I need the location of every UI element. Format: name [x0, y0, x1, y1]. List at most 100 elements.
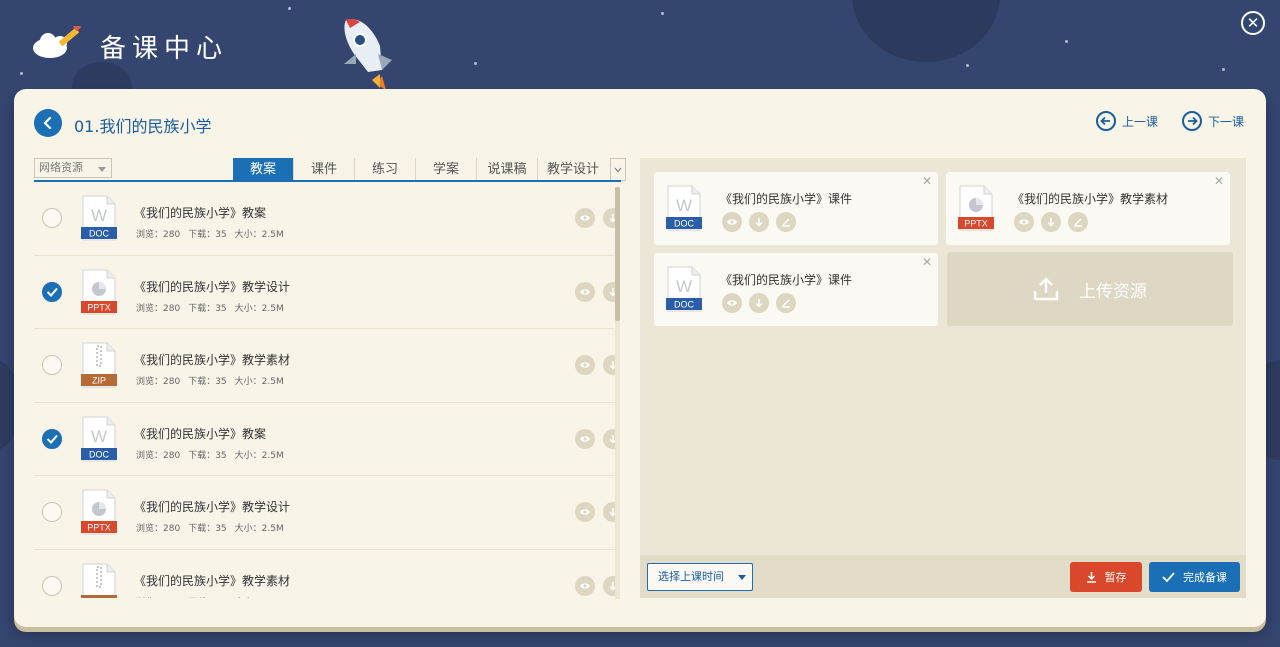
tab-xuean[interactable]: 学案 — [416, 158, 477, 181]
resource-row[interactable]: ZIP 《我们的民族小学》教学素材浏览：280 下载：35 大小：2.5M — [34, 550, 619, 599]
eye-icon — [727, 300, 737, 306]
preview-button[interactable] — [575, 502, 595, 522]
header: 备课中心 ✕ — [0, 0, 1280, 90]
preview-button[interactable] — [575, 281, 595, 302]
finish-prep-label: 完成备课 — [1183, 571, 1227, 584]
close-button[interactable]: ✕ — [1241, 11, 1265, 35]
doc-file-icon: W DOC — [666, 185, 702, 231]
selected-resource-card: W DOC 《我们的民族小学》课件 ✕ — [654, 253, 938, 326]
pencil-icon — [1074, 218, 1082, 227]
pptx-file-icon: PPTX — [958, 185, 994, 231]
select-checkbox[interactable] — [42, 281, 62, 302]
upload-resource-button[interactable]: 上传资源 — [947, 252, 1233, 326]
pencil-icon — [782, 218, 790, 227]
preview-button[interactable] — [575, 208, 595, 228]
pptx-file-icon: PPTX — [81, 269, 117, 314]
view-count: 浏览：280 — [136, 303, 181, 314]
preview-button[interactable] — [575, 428, 595, 449]
app-title: 备课中心 — [100, 34, 229, 64]
select-checkbox[interactable] — [42, 208, 62, 228]
resource-row[interactable]: PPTX 《我们的民族小学》教学设计 浏览：280 下载：35 大小：2.5M — [34, 476, 619, 550]
tab-lianxi[interactable]: 练习 — [355, 158, 416, 181]
lesson-title: 01.我们的民族小学 — [74, 117, 212, 136]
eye-icon — [580, 509, 590, 515]
download-count: 下载：35 — [188, 524, 227, 534]
download-button[interactable] — [749, 212, 769, 232]
selected-resource-card: W DOC 《我们的民族小学》课件 ✕ — [654, 172, 938, 245]
save-draft-button[interactable]: 暂存 — [1070, 562, 1142, 592]
file-size: 大小：2.5M — [234, 524, 284, 534]
finish-prep-button[interactable]: 完成备课 — [1149, 562, 1240, 592]
download-button[interactable] — [1041, 212, 1061, 232]
tab-jiaoan[interactable]: 教案 — [233, 158, 294, 181]
selected-resource-name: 《我们的民族小学》课件 — [720, 273, 853, 287]
select-checkbox[interactable] — [42, 575, 62, 596]
select-checkbox[interactable] — [42, 502, 62, 522]
resource-row[interactable]: PPTX 《我们的民族小学》教学设计 浏览：280 下载：35 大小：2.5M — [34, 256, 619, 329]
check-icon — [1162, 572, 1175, 582]
back-button[interactable] — [34, 109, 62, 137]
svg-text:PPTX: PPTX — [87, 523, 111, 533]
resource-row[interactable]: W DOC 《我们的民族小学》教案 浏览：280 下载：35 大小：2.5M — [34, 182, 619, 256]
edit-button[interactable] — [776, 212, 796, 232]
source-select[interactable]: 网络资源 — [34, 158, 112, 178]
view-count: 浏览：280 — [136, 595, 180, 599]
remove-card-button[interactable]: ✕ — [1214, 174, 1224, 188]
file-size: 大小：2.5M — [234, 377, 284, 387]
remove-card-button[interactable]: ✕ — [922, 255, 932, 269]
card-actions — [722, 293, 796, 313]
selected-resource-name: 《我们的民族小学》课件 — [720, 192, 853, 206]
preview-button[interactable] — [575, 355, 595, 375]
selected-resource-card: PPTX 《我们的民族小学》教学素材 ✕ — [946, 172, 1230, 245]
resource-row[interactable]: ZIP 《我们的民族小学》教学素材浏览：280 下载：35 大小：2.5M — [34, 329, 619, 403]
close-icon: ✕ — [1246, 14, 1260, 32]
svg-text:W: W — [91, 427, 107, 446]
resource-name: 《我们的民族小学》教案 — [134, 426, 267, 441]
preview-button[interactable] — [575, 575, 595, 596]
tab-kejian[interactable]: 课件 — [294, 158, 355, 181]
resource-meta: 浏览：280 下载：35 大小：2.5M — [136, 374, 284, 387]
resource-meta: 浏览：280 下载：35 大小：2.5M — [136, 595, 284, 599]
preview-button[interactable] — [722, 293, 742, 313]
close-icon: ✕ — [921, 255, 932, 269]
edit-button[interactable] — [776, 293, 796, 313]
doc-file-icon: W DOC — [666, 266, 702, 312]
resource-row[interactable]: W DOC 《我们的民族小学》教案 浏览：280 下载：35 大小：2.5M — [34, 403, 619, 476]
download-icon — [755, 218, 763, 227]
class-time-select[interactable]: 选择上课时间 — [647, 563, 753, 591]
next-lesson-button[interactable]: 下一课 — [1182, 111, 1244, 131]
eye-icon — [580, 362, 590, 368]
tabs-more-button[interactable] — [610, 158, 626, 181]
preview-button[interactable] — [1014, 212, 1034, 232]
download-count: 下载：35 — [188, 595, 226, 599]
tab-jiaoxuesheji[interactable]: 教学设计 — [538, 158, 608, 181]
tab-shuokegao[interactable]: 说课稿 — [477, 158, 538, 181]
preview-button[interactable] — [722, 212, 742, 232]
resource-name: 《我们的民族小学》教案 — [134, 206, 267, 220]
arrow-left-icon — [1096, 111, 1116, 131]
select-checkbox[interactable] — [42, 355, 62, 375]
svg-text:W: W — [676, 277, 692, 296]
upload-label: 上传资源 — [1079, 281, 1147, 302]
chevron-down-icon — [614, 167, 622, 172]
edit-button[interactable] — [1068, 212, 1088, 232]
download-button[interactable] — [749, 293, 769, 313]
prev-lesson-button[interactable]: 上一课 — [1096, 111, 1158, 131]
view-count: 浏览：280 — [136, 230, 181, 240]
file-size: 大小：2.5M — [234, 230, 284, 240]
download-icon — [755, 299, 763, 308]
select-checkbox[interactable] — [42, 428, 62, 449]
resource-tabs: 教案 课件 练习 学案 说课稿 教学设计 — [233, 158, 626, 181]
check-icon — [46, 434, 58, 444]
close-icon: ✕ — [921, 174, 932, 188]
file-size: 大小：2.5M — [234, 450, 284, 461]
scrollbar-thumb[interactable] — [615, 187, 620, 321]
remove-card-button[interactable]: ✕ — [922, 174, 932, 188]
source-select-value: 网络资源 — [39, 161, 83, 174]
resource-name: 《我们的民族小学》教学设计 — [134, 279, 291, 294]
svg-text:DOC: DOC — [674, 300, 695, 310]
resource-meta: 浏览：280 下载：35 大小：2.5M — [136, 448, 284, 461]
download-count: 下载：35 — [188, 450, 227, 461]
eye-icon — [580, 215, 590, 221]
doc-file-icon: W DOC — [81, 195, 117, 241]
